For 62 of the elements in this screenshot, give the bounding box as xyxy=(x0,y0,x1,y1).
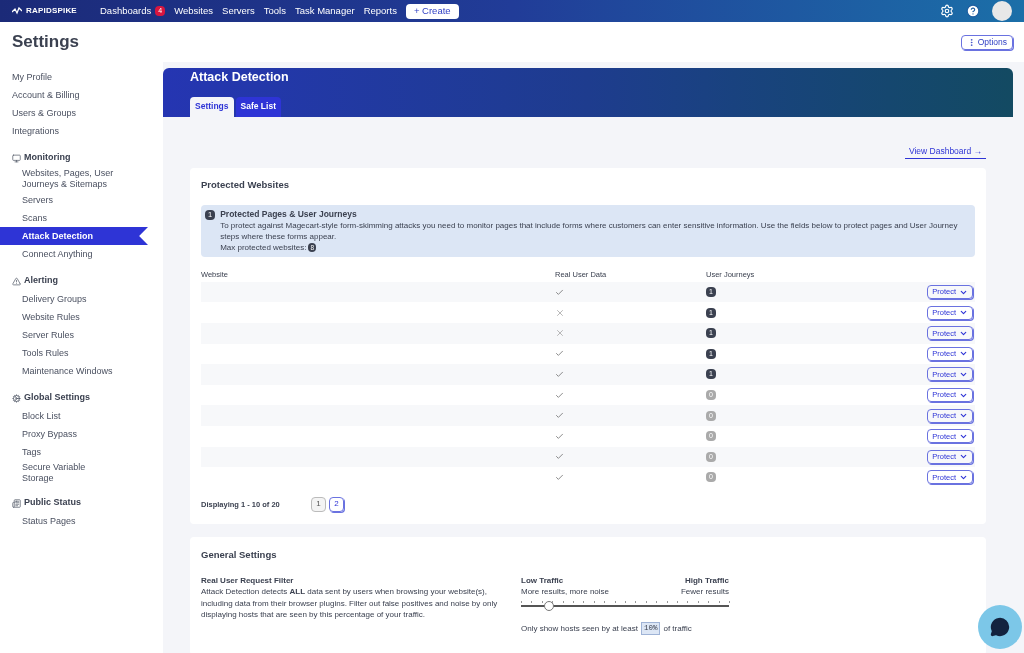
sidebar-item[interactable]: Server Rules xyxy=(0,326,148,344)
logo-icon xyxy=(12,7,22,15)
logo-text: RAPIDSPIKE xyxy=(26,5,77,17)
nav-link[interactable]: Websites xyxy=(174,3,214,19)
settings-icon[interactable] xyxy=(940,4,954,18)
page-button[interactable]: 1 xyxy=(311,496,326,512)
sidebar-item[interactable]: Websites, Pages, User Journeys & Sitemaps xyxy=(0,167,148,191)
threshold-suffix: of traffic xyxy=(663,622,692,635)
sidebar-item[interactable]: Maintenance Windows xyxy=(0,362,148,380)
low-traffic-hint: More results, more noise xyxy=(521,586,610,598)
page-title: Settings xyxy=(12,31,80,54)
tab[interactable]: Safe List xyxy=(235,96,281,117)
warning-icon xyxy=(12,276,21,286)
nav-link[interactable]: Task Manager xyxy=(294,3,355,19)
sidebar-item[interactable]: Website Rules xyxy=(0,308,148,326)
sidebar-item[interactable]: Scans xyxy=(0,209,148,227)
tab[interactable]: Settings xyxy=(190,96,234,117)
sidebar-item[interactable]: Secure Variable Storage xyxy=(0,461,148,485)
sidebar-item[interactable]: Tags xyxy=(0,443,148,461)
gear-icon xyxy=(12,393,21,403)
sidebar-item[interactable]: Integrations xyxy=(0,122,148,140)
sidebar-item[interactable]: Users & Groups xyxy=(0,104,148,122)
high-traffic-label: High Traffic xyxy=(685,574,729,587)
nav-link[interactable]: Servers xyxy=(222,3,255,19)
sidebar-item[interactable]: Account & Billing xyxy=(0,86,148,104)
monitor-icon xyxy=(12,153,21,163)
create-button[interactable]: + Create xyxy=(405,3,459,19)
chat-icon xyxy=(990,617,1010,637)
nav-link[interactable]: Reports xyxy=(363,3,397,19)
section-title: Attack Detection xyxy=(190,69,290,86)
help-icon[interactable] xyxy=(966,4,980,18)
filter-title: Real User Request Filter xyxy=(201,574,295,587)
low-traffic-label: Low Traffic xyxy=(521,574,564,587)
view-dashboard-link[interactable]: View Dashboard → xyxy=(904,144,986,159)
avatar[interactable] xyxy=(992,1,1012,21)
threshold-label: Only show hosts seen by at least xyxy=(521,622,638,635)
traffic-slider[interactable] xyxy=(521,598,729,611)
page-button[interactable]: 2 xyxy=(329,496,344,512)
group-heading: Monitoring xyxy=(24,151,71,165)
sidebar-item[interactable]: Tools Rules xyxy=(0,344,148,362)
sidebar-item[interactable]: Block List xyxy=(0,407,148,425)
info-title: Protected Pages & User Journeys xyxy=(220,208,358,220)
options-button[interactable]: Options xyxy=(960,34,1013,50)
newspaper-icon xyxy=(12,498,21,508)
sidebar-item[interactable]: Proxy Bypass xyxy=(0,425,148,443)
sidebar-item[interactable]: Connect Anything xyxy=(0,245,148,263)
sidebar-item[interactable]: Servers xyxy=(0,191,148,209)
max-label: Max protected websites: xyxy=(220,241,307,253)
filter-description: Attack Detection detects ALL data sent by users when browsing your website(s), including data from their browser plugins. Filter out false positives and noise by only displaying hosts that are seen by this percentage of your traffic. xyxy=(201,586,499,621)
group-heading: Global Settings xyxy=(24,391,90,405)
sidebar-item[interactable]: Delivery Groups xyxy=(0,290,148,308)
sidebar-item[interactable]: Attack Detection xyxy=(0,227,148,245)
info-text: To protect against Magecart-style form-skimming attacks you need to monitor pages that include forms where customers can enter sensitive information. Use the fields below to protect pages and User Journey steps where these forms appear. xyxy=(220,219,959,242)
high-traffic-hint: Fewer results xyxy=(681,586,729,598)
group-heading: Alerting xyxy=(24,274,58,288)
sidebar-item[interactable]: My Profile xyxy=(0,68,148,86)
group-heading: Public Status xyxy=(24,496,81,510)
card-title: General Settings xyxy=(201,547,278,562)
slider-thumb[interactable] xyxy=(544,600,555,611)
card-title: Protected Websites xyxy=(201,177,290,192)
sidebar-item[interactable]: Status Pages xyxy=(0,512,148,530)
nav-link[interactable]: Tools xyxy=(263,3,286,19)
